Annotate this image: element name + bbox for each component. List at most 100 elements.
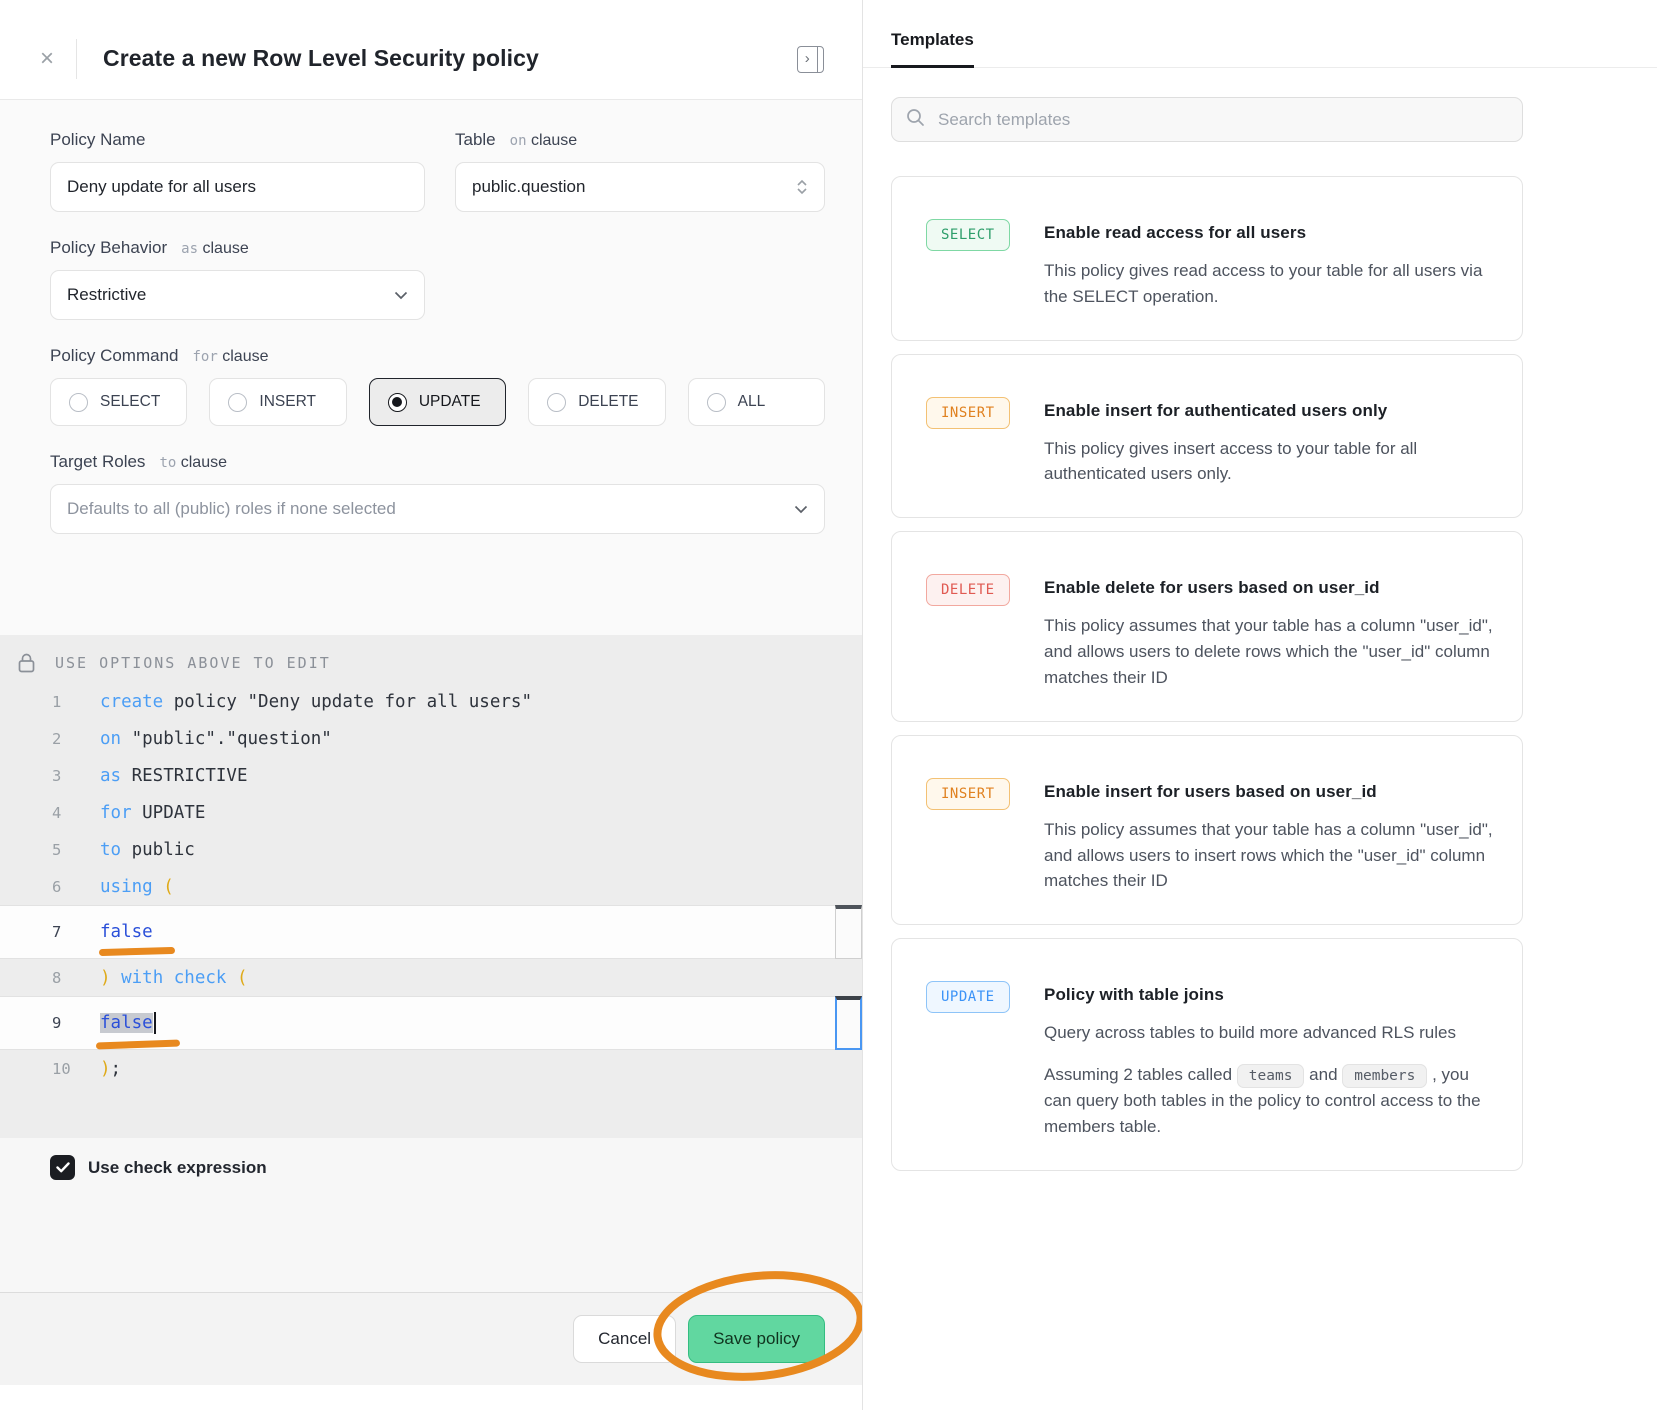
token-kw: create — [100, 692, 163, 712]
line-number: 5 — [0, 841, 100, 859]
save-policy-button[interactable]: Save policy — [688, 1315, 825, 1363]
command-option-label: UPDATE — [419, 393, 481, 411]
template-title: Enable insert for users based on user_id — [1044, 782, 1494, 802]
table-label: Table — [455, 130, 496, 150]
textarea-resize-handle[interactable] — [835, 905, 862, 959]
inline-code-pill: teams — [1237, 1064, 1305, 1088]
policy-behavior-label: Policy Behavior — [50, 238, 167, 258]
template-badge: DELETE — [926, 574, 1010, 606]
template-card-body: Enable delete for users based on user_id… — [1044, 574, 1494, 690]
line-number: 2 — [0, 730, 100, 748]
template-card-3[interactable]: DELETE Enable delete for users based on u… — [891, 531, 1523, 721]
line-content: ) with check ( — [100, 968, 248, 988]
template-badge: SELECT — [926, 219, 1010, 251]
line-content: ); — [100, 1059, 121, 1079]
radio-icon — [707, 393, 726, 412]
command-option-label: SELECT — [100, 393, 160, 411]
radio-icon — [547, 393, 566, 412]
template-cards-list: SELECT Enable read access for all users Th… — [891, 176, 1523, 1171]
templates-panel: Templates SELECT Enable read access for a… — [862, 0, 1657, 1410]
policy-command-options: SELECT INSERT UPDATE DELETE ALL — [50, 378, 825, 426]
token-code: policy "Deny update for all users" — [163, 692, 532, 712]
radio-icon — [228, 393, 247, 412]
template-search — [891, 97, 1523, 142]
token-kw: using — [100, 877, 153, 897]
checkbox-checked-icon — [50, 1155, 75, 1180]
template-description: Query across tables to build more advanc… — [1044, 1020, 1494, 1046]
token-code: public — [121, 840, 195, 860]
command-option-all[interactable]: ALL — [688, 378, 825, 426]
line-content: for UPDATE — [100, 803, 205, 823]
template-badge-column: SELECT — [926, 219, 1044, 310]
chevron-down-icon — [394, 291, 408, 300]
radio-selected-icon — [388, 393, 407, 412]
check-expression-label: Use check expression — [88, 1158, 267, 1178]
code-line-10: 10); — [0, 1050, 862, 1087]
code-line-7[interactable]: 7false — [0, 905, 862, 959]
token-code: "public"."question" — [121, 729, 332, 749]
line-number: 7 — [0, 923, 100, 941]
dialog-header: × Create a new Row Level Security policy… — [0, 18, 862, 100]
command-option-label: INSERT — [259, 393, 316, 411]
lock-icon — [0, 653, 55, 673]
textarea-resize-handle[interactable] — [835, 996, 862, 1050]
close-icon[interactable]: × — [40, 47, 54, 71]
template-card-body: Policy with table joinsQuery across tabl… — [1044, 981, 1494, 1139]
token-kw: as — [100, 766, 121, 786]
template-card-5[interactable]: UPDATE Policy with table joinsQuery acros… — [891, 938, 1523, 1170]
line-number: 3 — [0, 767, 100, 785]
code-line-9[interactable]: 9false — [0, 996, 862, 1050]
chevron-down-icon — [794, 505, 808, 514]
line-number: 1 — [0, 693, 100, 711]
template-title: Enable delete for users based on user_id — [1044, 578, 1494, 598]
command-option-insert[interactable]: INSERT — [209, 378, 346, 426]
template-badge-column: INSERT — [926, 778, 1044, 894]
text-cursor — [154, 1012, 157, 1034]
tab-templates[interactable]: Templates — [891, 30, 974, 68]
code-line-5: 5to public — [0, 831, 862, 868]
template-card-1[interactable]: SELECTEnable read access for all usersTh… — [891, 176, 1523, 341]
search-templates-input[interactable] — [936, 109, 1508, 131]
line-content: to public — [100, 840, 195, 860]
command-option-update[interactable]: UPDATE — [369, 378, 506, 426]
line-content: using ( — [100, 877, 174, 897]
rls-policy-dialog: × Create a new Row Level Security policy… — [0, 0, 862, 1410]
token-paren: ( — [226, 968, 247, 988]
template-badge: UPDATE — [926, 981, 1010, 1013]
editor-banner: USE OPTIONS ABOVE TO EDIT — [0, 643, 862, 683]
table-clause-keyword: on — [510, 133, 527, 149]
template-description: This policy gives insert access to your … — [1044, 436, 1494, 488]
use-check-expression-checkbox[interactable]: Use check expression — [50, 1155, 862, 1180]
code-line-2: 2on "public"."question" — [0, 720, 862, 757]
target-roles-placeholder: Defaults to all (public) roles if none s… — [67, 499, 396, 519]
token-code: RESTRICTIVE — [121, 766, 247, 786]
policy-form: Policy Name Table on clause public.quest… — [0, 100, 862, 635]
code-line-1: 1create policy "Deny update for all user… — [0, 683, 862, 720]
table-select[interactable]: public.question — [455, 162, 825, 212]
policy-name-input[interactable] — [50, 162, 425, 212]
template-card-body: Enable insert for users based on user_id… — [1044, 778, 1494, 894]
template-title: Enable read access for all users — [1044, 223, 1494, 243]
template-badge-column: UPDATE — [926, 981, 1044, 1139]
template-title: Enable insert for authenticated users on… — [1044, 401, 1494, 421]
token-paren: ( — [153, 877, 174, 897]
line-number: 9 — [0, 1014, 100, 1032]
line-number: 6 — [0, 878, 100, 896]
header-divider — [76, 39, 77, 79]
template-card-2[interactable]: INSERTEnable insert for authenticated us… — [891, 354, 1523, 519]
command-option-delete[interactable]: DELETE — [528, 378, 665, 426]
roles-clause-keyword: to — [159, 455, 176, 471]
policy-behavior-select[interactable]: Restrictive — [50, 270, 425, 320]
token-paren: ) — [100, 1059, 111, 1079]
command-option-select[interactable]: SELECT — [50, 378, 187, 426]
table-select-value: public.question — [472, 177, 585, 197]
collapse-panel-icon[interactable]: › — [797, 46, 824, 73]
annotation-underline — [96, 1040, 180, 1050]
token-false: false — [100, 1013, 153, 1033]
cancel-button[interactable]: Cancel — [573, 1315, 676, 1363]
sql-code-editor[interactable]: USE OPTIONS ABOVE TO EDIT 1create policy… — [0, 635, 862, 1138]
search-icon — [906, 108, 925, 132]
target-roles-select[interactable]: Defaults to all (public) roles if none s… — [50, 484, 825, 534]
template-card-body: Enable insert for authenticated users on… — [1044, 397, 1494, 488]
template-card-4[interactable]: INSERTEnable insert for users based on u… — [891, 735, 1523, 925]
